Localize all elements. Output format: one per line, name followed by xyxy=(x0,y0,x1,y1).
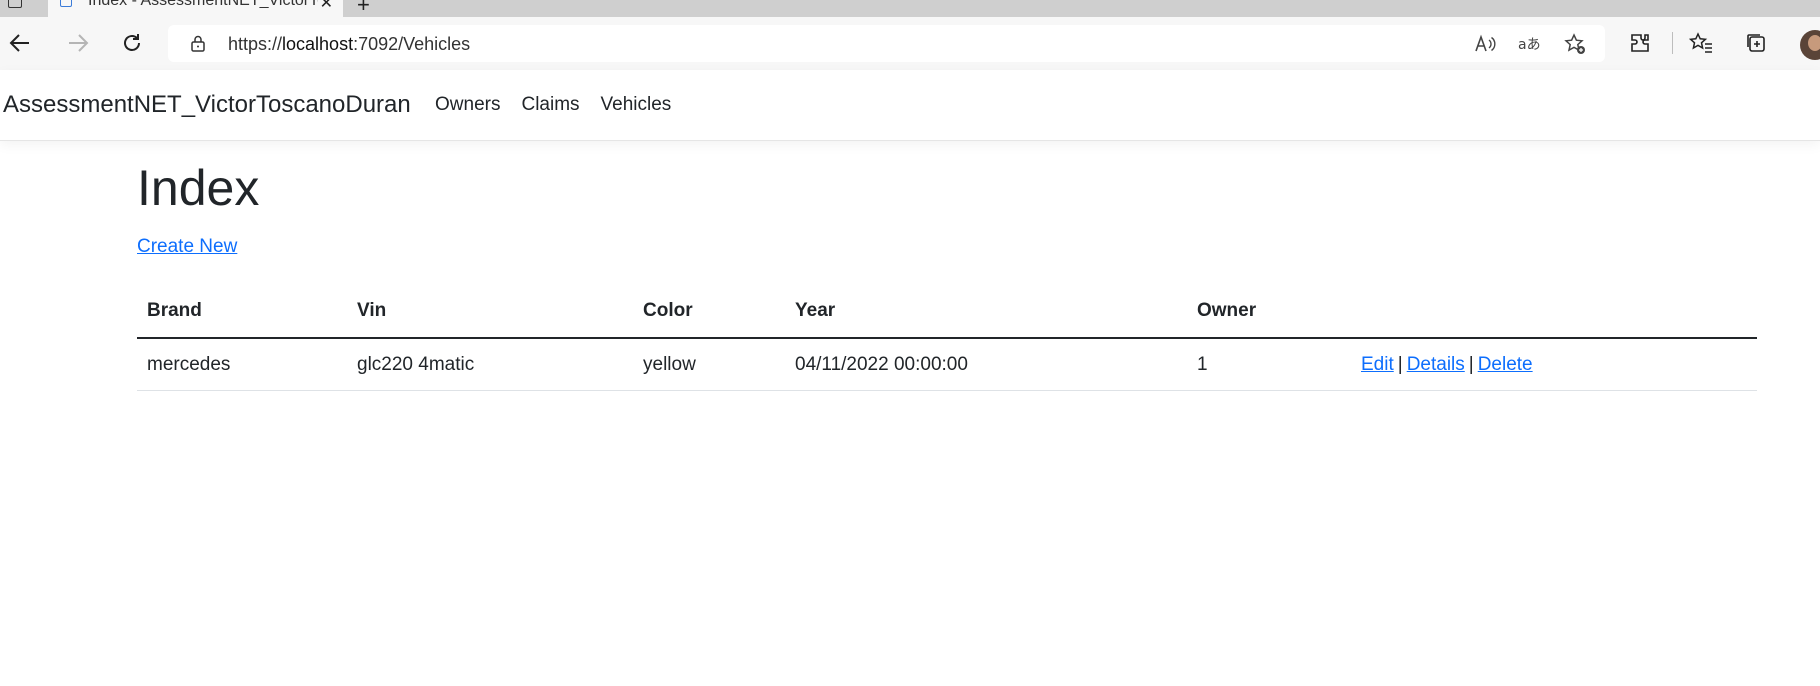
nav-link-claims[interactable]: Claims xyxy=(521,94,579,116)
site-brand-link[interactable]: AssessmentNET_VictorToscanoDuran xyxy=(3,91,411,119)
nav-link-owners[interactable]: Owners xyxy=(435,94,500,116)
column-header-brand: Brand xyxy=(137,285,347,339)
details-link[interactable]: Details xyxy=(1407,354,1465,375)
cell-brand: mercedes xyxy=(137,338,347,391)
column-header-color: Color xyxy=(633,285,785,339)
address-bar[interactable]: https://localhost:7092/Vehicles aあ xyxy=(168,25,1605,62)
refresh-icon[interactable] xyxy=(115,26,149,60)
action-separator: | xyxy=(1468,353,1474,375)
read-aloud-icon[interactable] xyxy=(1473,32,1497,56)
column-header-actions xyxy=(1351,285,1757,339)
vehicles-table: Brand Vin Color Year Owner mercedes glc2… xyxy=(137,285,1757,391)
column-header-owner: Owner xyxy=(1187,285,1351,339)
cell-actions: Edit | Details | Delete xyxy=(1351,338,1757,391)
tab-title: Index - AssessmentNET_VictorToscanoDuran xyxy=(88,0,318,9)
url-scheme: https:// xyxy=(228,34,283,54)
delete-link[interactable]: Delete xyxy=(1478,354,1533,375)
nav-link-vehicles[interactable]: Vehicles xyxy=(601,94,672,116)
svg-text:aあ: aあ xyxy=(1518,37,1540,53)
cell-color: yellow xyxy=(633,338,785,391)
favorites-icon[interactable] xyxy=(1684,26,1718,60)
url-text[interactable]: https://localhost:7092/Vehicles xyxy=(228,34,470,55)
forward-icon[interactable] xyxy=(61,26,95,60)
browser-tabstrip: Index - AssessmentNET_VictorToscanoDuran… xyxy=(0,0,1820,17)
table-header-row: Brand Vin Color Year Owner xyxy=(137,285,1757,339)
lock-icon[interactable] xyxy=(191,35,205,57)
url-host: localhost xyxy=(282,34,354,54)
new-tab-icon[interactable]: + xyxy=(357,0,370,17)
column-header-vin: Vin xyxy=(347,285,633,339)
cell-year: 04/11/2022 00:00:00 xyxy=(785,338,1187,391)
back-icon[interactable] xyxy=(3,26,37,60)
table-row: mercedes glc220 4matic yellow 04/11/2022… xyxy=(137,338,1757,391)
profile-avatar[interactable] xyxy=(1800,30,1820,60)
nav-links: Owners Claims Vehicles xyxy=(435,94,671,116)
site-navbar: AssessmentNET_VictorToscanoDuran Owners … xyxy=(0,70,1820,141)
table-header: Brand Vin Color Year Owner xyxy=(137,285,1757,339)
column-header-year: Year xyxy=(785,285,1187,339)
cell-owner: 1 xyxy=(1187,338,1351,391)
page-favicon-icon xyxy=(60,0,72,7)
table-body: mercedes glc220 4matic yellow 04/11/2022… xyxy=(137,338,1757,391)
add-favorite-icon[interactable] xyxy=(1563,32,1587,56)
extensions-icon[interactable] xyxy=(1623,26,1657,60)
collections-icon[interactable] xyxy=(1739,26,1773,60)
cell-vin: glc220 4matic xyxy=(347,338,633,391)
toolbar-separator xyxy=(1672,32,1673,54)
browser-toolbar: https://localhost:7092/Vehicles aあ xyxy=(0,17,1820,71)
translate-icon[interactable]: aあ xyxy=(1517,32,1541,56)
create-new-link[interactable]: Create New xyxy=(137,236,237,258)
url-path: :7092/Vehicles xyxy=(353,34,471,54)
page-title: Index xyxy=(137,160,260,216)
edit-link[interactable]: Edit xyxy=(1361,354,1394,375)
action-separator: | xyxy=(1397,353,1403,375)
close-tab-icon[interactable]: ✕ xyxy=(320,0,333,13)
tab-actions-icon[interactable] xyxy=(8,0,22,8)
browser-tab-active[interactable]: Index - AssessmentNET_VictorToscanoDuran… xyxy=(48,0,343,17)
